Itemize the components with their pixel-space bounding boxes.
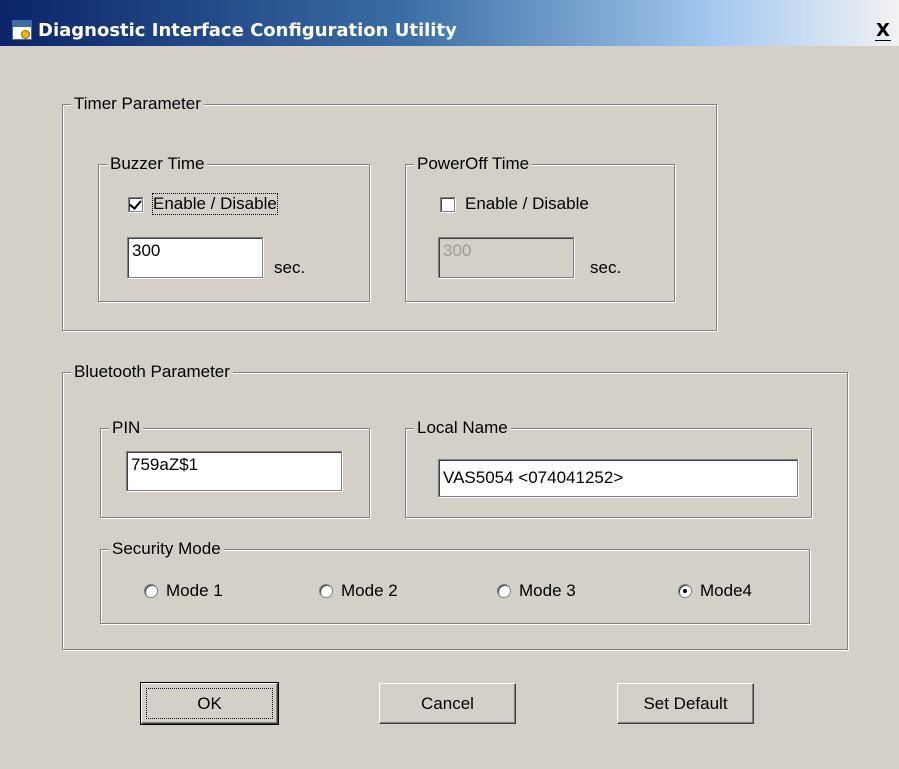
title-bar[interactable]: Diagnostic Interface Configuration Utili…	[0, 0, 899, 46]
buzzer-time-legend: Buzzer Time	[107, 154, 208, 174]
poweroff-time-legend: PowerOff Time	[414, 154, 533, 174]
poweroff-enable-checkbox[interactable]: Enable / Disable	[440, 194, 589, 214]
buzzer-enable-checkbox[interactable]: Enable / Disable	[128, 193, 278, 215]
radio-mode-3[interactable]: Mode 3	[497, 581, 576, 601]
radio-off-icon[interactable]	[497, 584, 511, 598]
buzzer-enable-label: Enable / Disable	[152, 193, 278, 215]
poweroff-time-unit: sec.	[590, 258, 622, 277]
bluetooth-parameter-legend: Bluetooth Parameter	[71, 362, 233, 382]
timer-parameter-legend: Timer Parameter	[71, 94, 204, 114]
poweroff-time-group: PowerOff Time	[405, 154, 675, 302]
radio-mode-4[interactable]: Mode4	[678, 581, 752, 601]
radio-on-icon[interactable]	[678, 584, 692, 598]
checkbox-unchecked-icon[interactable]	[440, 196, 455, 212]
radio-mode-1[interactable]: Mode 1	[144, 581, 223, 601]
radio-mode-1-label: Mode 1	[166, 581, 223, 600]
radio-off-icon[interactable]	[319, 584, 333, 598]
local-name-legend: Local Name	[414, 418, 511, 438]
buzzer-time-unit: sec.	[274, 258, 306, 277]
window-title: Diagnostic Interface Configuration Utili…	[38, 20, 457, 41]
app-icon	[12, 20, 32, 40]
buzzer-time-input[interactable]: 300	[127, 237, 263, 278]
security-mode-legend: Security Mode	[109, 539, 224, 559]
pin-legend: PIN	[109, 418, 144, 438]
radio-mode-2-label: Mode 2	[341, 581, 398, 600]
poweroff-time-input[interactable]: 300	[438, 237, 574, 278]
buzzer-time-group: Buzzer Time	[98, 154, 370, 302]
radio-mode-3-label: Mode 3	[519, 581, 576, 600]
cancel-button[interactable]: Cancel	[379, 683, 516, 724]
poweroff-enable-label: Enable / Disable	[465, 194, 589, 213]
radio-off-icon[interactable]	[144, 584, 158, 598]
set-default-button[interactable]: Set Default	[617, 683, 754, 724]
pin-input[interactable]: 759aZ$1	[126, 451, 342, 491]
radio-mode-4-label: Mode4	[700, 581, 752, 600]
checkbox-checked-icon[interactable]	[128, 196, 143, 212]
radio-mode-2[interactable]: Mode 2	[319, 581, 398, 601]
close-icon[interactable]: X	[871, 20, 895, 42]
ok-button[interactable]: OK	[140, 682, 279, 725]
local-name-input[interactable]: VAS5054 <074041252>	[438, 459, 798, 497]
